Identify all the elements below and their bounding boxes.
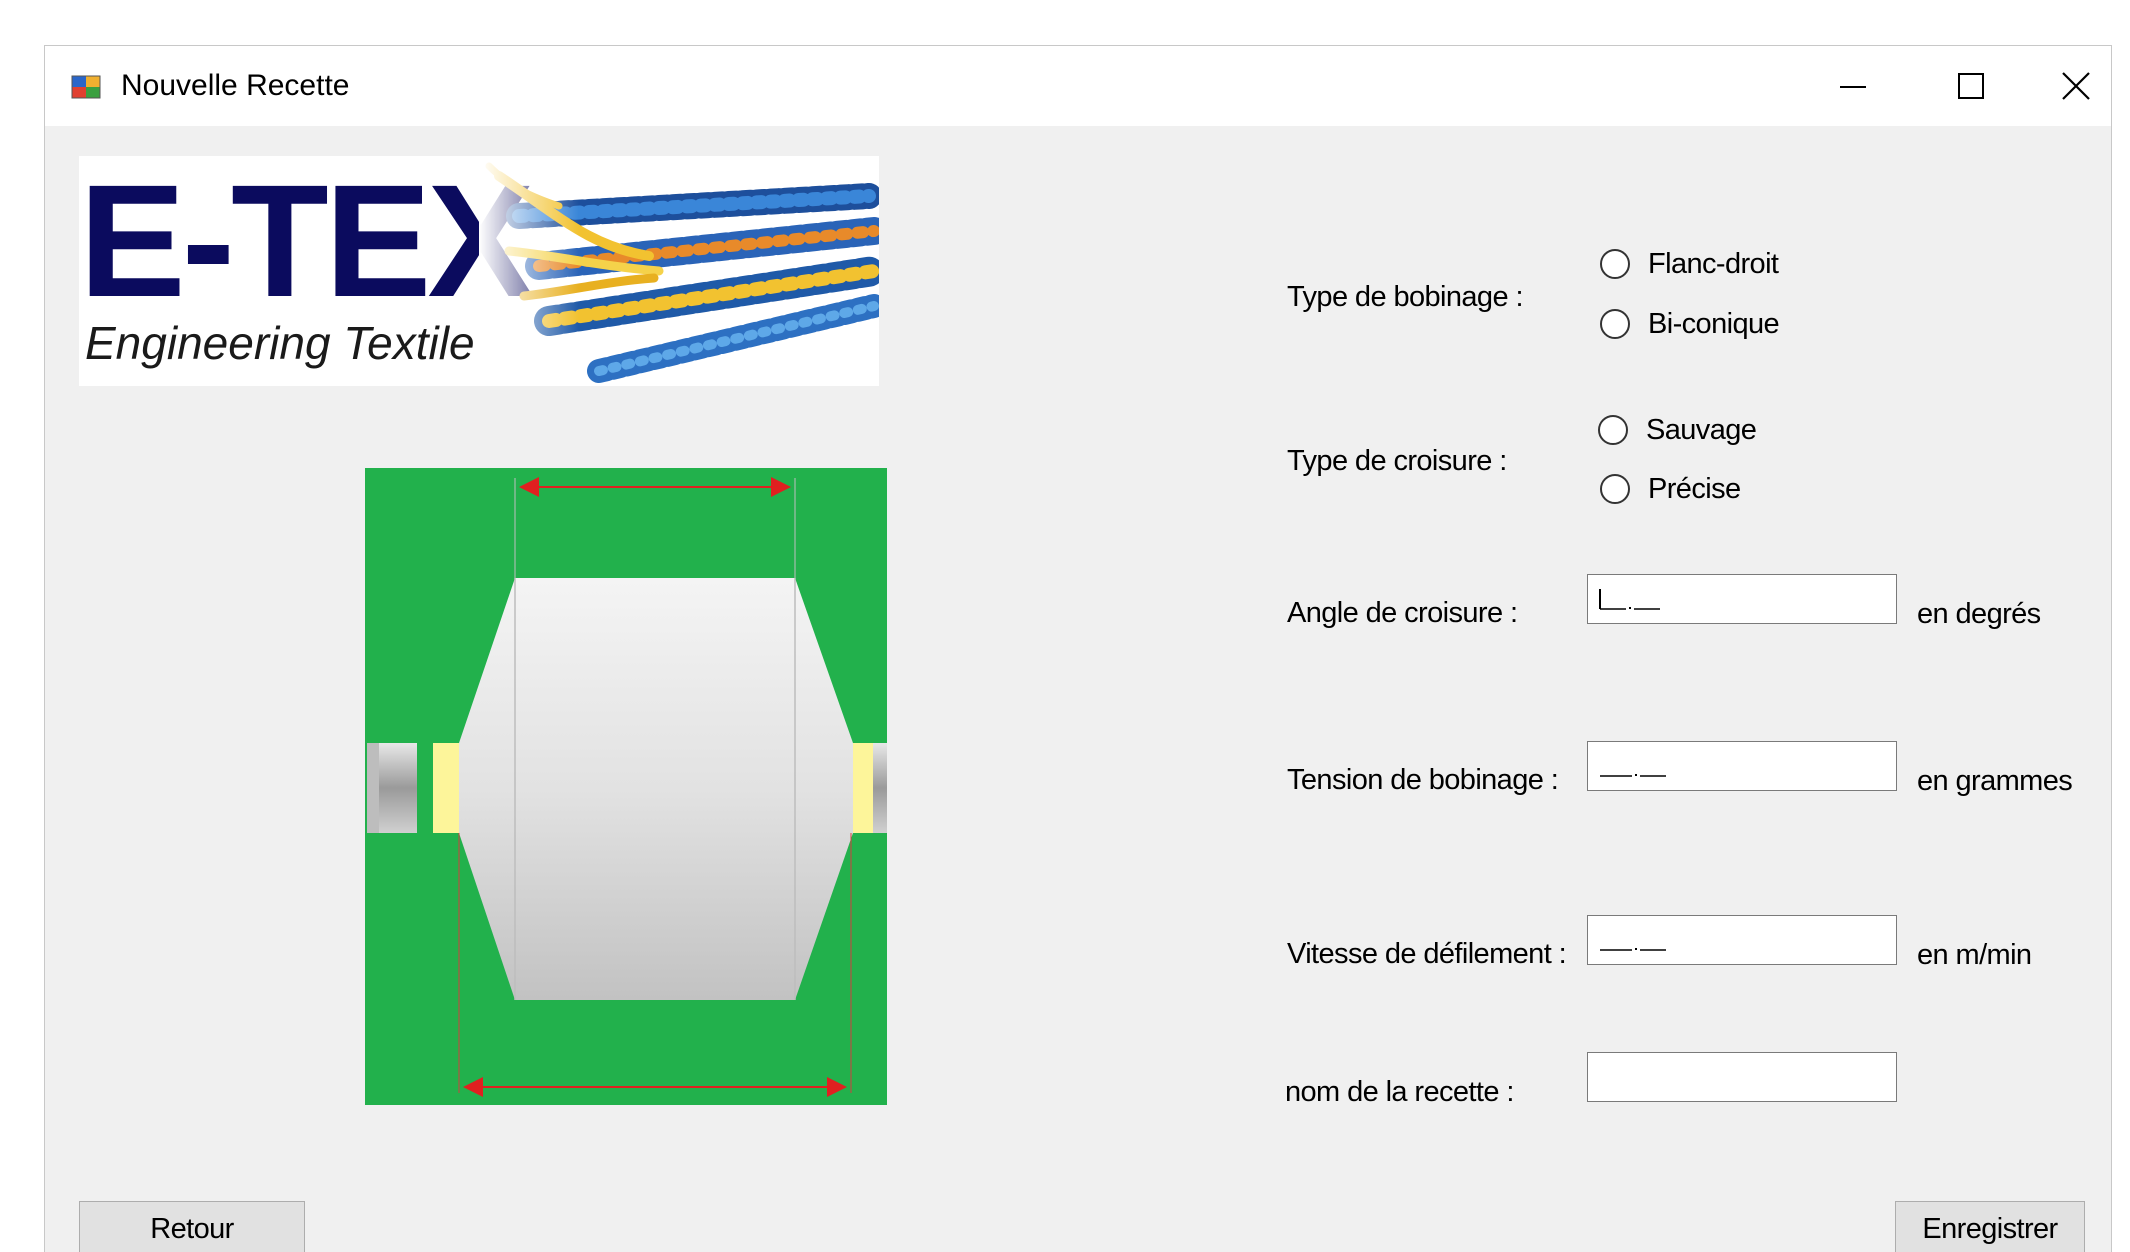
save-button[interactable]: Enregistrer (1895, 1201, 2085, 1252)
crossing-angle-field[interactable] (1587, 574, 1897, 624)
radio-flanc-droit[interactable]: Flanc-droit (1600, 246, 1779, 282)
scroll-speed-label: Vitesse de défilement : (1287, 938, 1567, 970)
radio-circle[interactable] (1600, 474, 1630, 504)
radio-precise[interactable]: Précise (1600, 471, 1741, 507)
winding-tension-field[interactable] (1587, 741, 1897, 791)
radio-label: Sauvage (1646, 414, 1757, 446)
radio-circle[interactable] (1600, 309, 1630, 339)
crossing-angle-input[interactable] (1588, 575, 1896, 623)
recipe-name-field[interactable] (1587, 1052, 1897, 1102)
title-bar[interactable]: Nouvelle Recette (45, 46, 2111, 126)
etex-logo: E-TEX Engineering Textile (79, 156, 879, 386)
scroll-speed-field[interactable] (1587, 915, 1897, 965)
crossing-angle-label: Angle de croisure : (1287, 597, 1518, 629)
logo-brand: E-TEX (79, 151, 534, 330)
radio-label: Bi-conique (1648, 308, 1780, 340)
scroll-speed-unit: en m/min (1917, 939, 2032, 971)
winding-type-label: Type de bobinage : (1287, 281, 1524, 313)
back-button[interactable]: Retour (79, 1201, 305, 1252)
app-window: Nouvelle Recette E-TEX Engineering Texti… (44, 45, 2112, 1252)
winding-tension-label: Tension de bobinage : (1287, 764, 1559, 796)
radio-sauvage[interactable]: Sauvage (1598, 412, 1757, 448)
window-title: Nouvelle Recette (121, 69, 350, 102)
winding-tension-input[interactable] (1588, 742, 1896, 790)
scroll-speed-input[interactable] (1588, 916, 1896, 964)
crossing-type-label: Type de croisure : (1287, 445, 1507, 477)
winding-tension-unit: en grammes (1917, 765, 2073, 797)
close-button[interactable] (2039, 46, 2111, 126)
radio-circle[interactable] (1598, 415, 1628, 445)
maximize-button[interactable] (1921, 46, 2021, 126)
recipe-name-label: nom de la recette : (1285, 1076, 1514, 1108)
radio-label: Précise (1648, 473, 1741, 505)
radio-circle[interactable] (1600, 249, 1630, 279)
minimize-icon (1840, 86, 1866, 88)
bobbin-diagram (365, 468, 887, 1105)
crossing-angle-unit: en degrés (1917, 598, 2041, 630)
close-icon (2062, 72, 2090, 100)
yarn-strands-image (479, 156, 879, 386)
minimize-button[interactable] (1803, 46, 1903, 126)
logo-tagline: Engineering Textile (85, 317, 475, 369)
radio-label: Flanc-droit (1648, 248, 1779, 280)
app-icon (71, 75, 101, 99)
maximize-icon (1958, 73, 1984, 99)
recipe-name-input[interactable] (1588, 1053, 1896, 1101)
radio-bi-conique[interactable]: Bi-conique (1600, 306, 1780, 342)
